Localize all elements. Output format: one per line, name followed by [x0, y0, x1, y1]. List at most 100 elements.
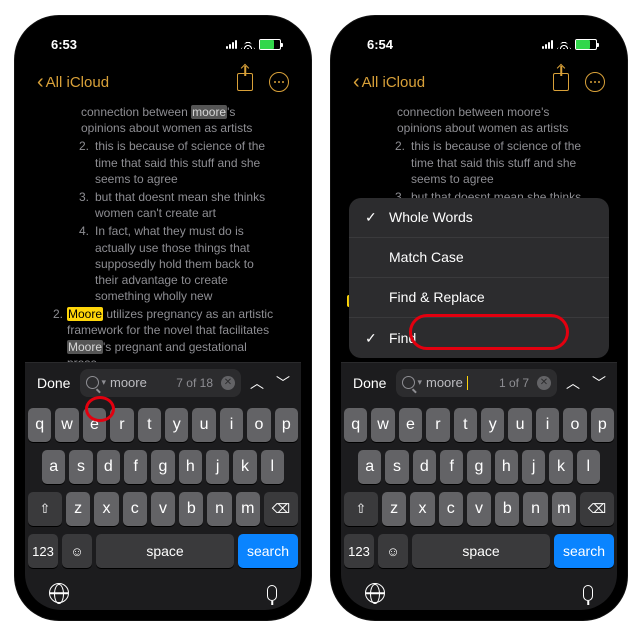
key-o[interactable]: o [247, 408, 270, 442]
back-button[interactable]: ‹ All iCloud [353, 72, 425, 92]
more-icon[interactable] [269, 72, 289, 92]
globe-icon[interactable] [49, 583, 69, 603]
clock: 6:54 [367, 37, 393, 52]
key-l[interactable]: l [261, 450, 284, 484]
key-e[interactable]: e [399, 408, 422, 442]
key-j[interactable]: j [522, 450, 545, 484]
key-y[interactable]: y [165, 408, 188, 442]
key-q[interactable]: q [344, 408, 367, 442]
key-h[interactable]: h [495, 450, 518, 484]
menu-find-replace[interactable]: Find & Replace [349, 278, 609, 318]
key-l[interactable]: l [577, 450, 600, 484]
key-p[interactable]: p [275, 408, 298, 442]
find-match: moore [191, 105, 227, 119]
wifi-icon [241, 39, 255, 49]
prev-match-button[interactable]: ︿ [563, 373, 583, 393]
key-n[interactable]: n [523, 492, 547, 526]
key-y[interactable]: y [481, 408, 504, 442]
key-m[interactable]: m [236, 492, 260, 526]
key-c[interactable]: c [123, 492, 147, 526]
notch [414, 26, 544, 52]
prev-match-button[interactable]: ︿ [247, 373, 267, 393]
key-j[interactable]: j [206, 450, 229, 484]
shift-key[interactable]: ⇧ [28, 492, 62, 526]
key-x[interactable]: x [94, 492, 118, 526]
numbers-key[interactable]: 123 [344, 534, 374, 568]
space-key[interactable]: space [96, 534, 234, 568]
back-button[interactable]: ‹ All iCloud [37, 72, 109, 92]
more-icon[interactable] [585, 72, 605, 92]
key-q[interactable]: q [28, 408, 51, 442]
key-e[interactable]: e [83, 408, 106, 442]
key-i[interactable]: i [536, 408, 559, 442]
key-k[interactable]: k [233, 450, 256, 484]
menu-find[interactable]: ✓Find [349, 318, 609, 358]
key-f[interactable]: f [440, 450, 463, 484]
key-u[interactable]: u [192, 408, 215, 442]
numbers-key[interactable]: 123 [28, 534, 58, 568]
mic-icon[interactable] [583, 585, 593, 601]
search-key[interactable]: search [554, 534, 614, 568]
key-h[interactable]: h [179, 450, 202, 484]
key-g[interactable]: g [151, 450, 174, 484]
key-m[interactable]: m [552, 492, 576, 526]
key-w[interactable]: w [55, 408, 78, 442]
space-key[interactable]: space [412, 534, 550, 568]
key-x[interactable]: x [410, 492, 434, 526]
search-options-icon[interactable]: ▾ [101, 377, 106, 388]
battery-icon [259, 39, 281, 50]
note-body[interactable]: connection between moore's opinions abou… [341, 102, 617, 362]
key-s[interactable]: s [385, 450, 408, 484]
key-u[interactable]: u [508, 408, 531, 442]
key-c[interactable]: c [439, 492, 463, 526]
keyboard: qwertyuiop asdfghjkl ⇧ zxcvbnm ⌫ 123 ☺ s… [341, 402, 617, 576]
menu-whole-words[interactable]: ✓Whole Words [349, 198, 609, 238]
emoji-key[interactable]: ☺ [378, 534, 408, 568]
search-input[interactable]: ▾ moore 7 of 18 ✕ [80, 369, 241, 397]
done-button[interactable]: Done [33, 375, 74, 391]
key-t[interactable]: t [138, 408, 161, 442]
key-a[interactable]: a [42, 450, 65, 484]
key-b[interactable]: b [495, 492, 519, 526]
note-body[interactable]: connection between moore's opinions abou… [25, 102, 301, 362]
globe-icon[interactable] [365, 583, 385, 603]
key-v[interactable]: v [467, 492, 491, 526]
next-match-button[interactable]: ﹀ [589, 373, 609, 393]
key-a[interactable]: a [358, 450, 381, 484]
key-i[interactable]: i [220, 408, 243, 442]
key-p[interactable]: p [591, 408, 614, 442]
search-key[interactable]: search [238, 534, 298, 568]
key-d[interactable]: d [413, 450, 436, 484]
key-z[interactable]: z [66, 492, 90, 526]
key-w[interactable]: w [371, 408, 394, 442]
key-z[interactable]: z [382, 492, 406, 526]
search-input[interactable]: ▾ moore 1 of 7 ✕ [396, 369, 557, 397]
share-icon[interactable] [553, 73, 569, 91]
key-o[interactable]: o [563, 408, 586, 442]
key-v[interactable]: v [151, 492, 175, 526]
menu-match-case[interactable]: Match Case [349, 238, 609, 278]
key-f[interactable]: f [124, 450, 147, 484]
mic-icon[interactable] [267, 585, 277, 601]
emoji-key[interactable]: ☺ [62, 534, 92, 568]
key-t[interactable]: t [454, 408, 477, 442]
share-icon[interactable] [237, 73, 253, 91]
search-icon [86, 376, 99, 389]
shift-key[interactable]: ⇧ [344, 492, 378, 526]
done-button[interactable]: Done [349, 375, 390, 391]
delete-key[interactable]: ⌫ [264, 492, 298, 526]
key-s[interactable]: s [69, 450, 92, 484]
clear-icon[interactable]: ✕ [537, 376, 551, 390]
delete-key[interactable]: ⌫ [580, 492, 614, 526]
back-label: All iCloud [362, 74, 425, 91]
next-match-button[interactable]: ﹀ [273, 373, 293, 393]
key-d[interactable]: d [97, 450, 120, 484]
clear-icon[interactable]: ✕ [221, 376, 235, 390]
key-g[interactable]: g [467, 450, 490, 484]
key-r[interactable]: r [110, 408, 133, 442]
key-k[interactable]: k [549, 450, 572, 484]
key-n[interactable]: n [207, 492, 231, 526]
key-b[interactable]: b [179, 492, 203, 526]
search-options-icon[interactable]: ▾ [417, 377, 422, 388]
key-r[interactable]: r [426, 408, 449, 442]
